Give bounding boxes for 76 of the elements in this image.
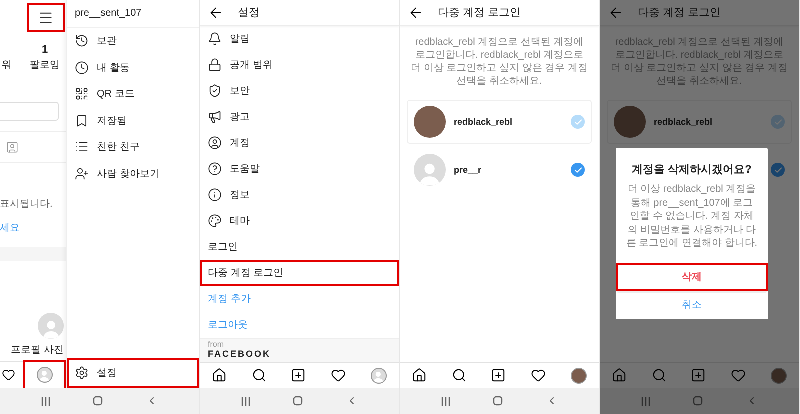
help-icon bbox=[208, 162, 222, 176]
dialog-title: 계정을 삭제하시겠어요? bbox=[631, 163, 753, 178]
search-icon[interactable] bbox=[252, 368, 267, 383]
lock-icon bbox=[208, 58, 222, 72]
account-checkbox[interactable] bbox=[571, 163, 585, 177]
drawer-menu-item[interactable]: 사람 찾아보기 bbox=[67, 160, 199, 187]
recent-apps-icon[interactable] bbox=[241, 396, 252, 406]
settings-item[interactable]: 다중 계정 로그인 bbox=[200, 260, 399, 286]
drawer-menu-item[interactable]: 내 활동 bbox=[67, 54, 199, 81]
home-icon[interactable] bbox=[412, 368, 428, 383]
delete-button[interactable]: 삭제 bbox=[616, 262, 768, 290]
clock-icon bbox=[75, 60, 89, 75]
settings-item[interactable]: 보안 bbox=[200, 78, 399, 104]
screen-title: 다중 계정 로그인 bbox=[438, 6, 522, 20]
drawer-menu-item[interactable]: QR 코드 bbox=[67, 81, 199, 108]
settings-icon bbox=[75, 366, 89, 380]
settings-item[interactable]: 알림 bbox=[200, 26, 399, 52]
add-person-icon bbox=[75, 166, 89, 181]
tagged-tab-icon[interactable] bbox=[6, 140, 19, 154]
account-name: redblack_rebl bbox=[654, 117, 714, 127]
add-post-icon[interactable] bbox=[491, 368, 506, 383]
settings-item[interactable]: 광고 bbox=[200, 104, 399, 130]
bookmark-icon bbox=[75, 114, 89, 128]
brand-text: FACEBOOK bbox=[208, 349, 272, 359]
heart-icon[interactable] bbox=[331, 368, 346, 383]
home-button-icon[interactable] bbox=[293, 396, 304, 406]
stat-count: 1 bbox=[42, 44, 48, 56]
empty-notice-text: 표시됩니다. bbox=[0, 198, 54, 211]
drawer-menu-item[interactable]: 친한 친구 bbox=[67, 134, 199, 160]
user-circle-icon bbox=[208, 136, 222, 150]
check-icon bbox=[774, 166, 782, 174]
shield-check-icon bbox=[208, 84, 222, 98]
recent-apps-icon[interactable] bbox=[641, 396, 652, 406]
settings-item[interactable]: 계정 bbox=[200, 130, 399, 156]
history-icon bbox=[75, 34, 89, 48]
settings-item[interactable]: 도움말 bbox=[200, 156, 399, 182]
qr-code-icon bbox=[75, 87, 89, 102]
drawer-menu-item[interactable]: 저장됨 bbox=[67, 108, 199, 134]
palette-icon bbox=[208, 214, 222, 228]
avatar-silhouette-icon bbox=[36, 367, 53, 383]
photo-caption: 프로필 사진 bbox=[11, 344, 64, 357]
settings-item[interactable]: 테마 bbox=[200, 208, 399, 234]
check-icon bbox=[574, 118, 582, 126]
drawer-menu-item[interactable]: 보관 bbox=[67, 28, 199, 54]
recent-apps-icon[interactable] bbox=[441, 396, 452, 406]
home-button-icon[interactable] bbox=[693, 396, 704, 406]
screen-title: 설정 bbox=[238, 6, 260, 20]
info-icon bbox=[208, 188, 222, 202]
menu-button[interactable] bbox=[27, 3, 65, 32]
check-icon bbox=[574, 166, 582, 174]
username: pre__sent_107 bbox=[67, 5, 199, 28]
description-text: redblack_rebl 계정으로 선택된 계정에 로그인합니다. redblack_rebl 계정으로 더 이상 로그인하고 싶지 않은 경우 계정 선택을 취소하세요. bbox=[410, 36, 589, 88]
settings-item[interactable]: 로그인 bbox=[200, 234, 399, 260]
search-icon[interactable] bbox=[452, 368, 467, 383]
heart-icon[interactable] bbox=[531, 368, 546, 383]
heart-icon[interactable] bbox=[2, 368, 16, 382]
settings-menu-item[interactable]: 설정 bbox=[67, 358, 199, 388]
bell-icon bbox=[208, 32, 222, 46]
dialog-message: 더 이상 redblack_rebl 계정을 통해 pre__sent_107에 로그인할 수 없습니다. 계정 자체의 비밀번호를 사용하거나 다른 로그인에 연결해야 합니다. bbox=[625, 183, 759, 251]
home-icon[interactable] bbox=[212, 368, 228, 383]
settings-item[interactable]: 정보 bbox=[200, 182, 399, 208]
home-button-icon[interactable] bbox=[93, 396, 104, 406]
megaphone-icon bbox=[208, 110, 222, 124]
stat-label: 팔로잉 bbox=[30, 59, 60, 72]
avatar-silhouette-icon bbox=[38, 313, 64, 339]
account-name: redblack_rebl bbox=[454, 117, 514, 127]
stat-label: 워 bbox=[2, 59, 12, 72]
account-name: pre__r bbox=[454, 165, 483, 175]
check-icon bbox=[774, 118, 782, 126]
from-text: from bbox=[208, 340, 225, 349]
add-post-icon[interactable] bbox=[291, 368, 306, 383]
recent-apps-icon[interactable] bbox=[41, 396, 52, 406]
settings-item[interactable]: 공개 범위 bbox=[200, 52, 399, 78]
home-button-icon[interactable] bbox=[493, 396, 504, 406]
account-checkbox[interactable] bbox=[771, 163, 785, 177]
screen-title: 다중 계정 로그인 bbox=[638, 6, 722, 20]
